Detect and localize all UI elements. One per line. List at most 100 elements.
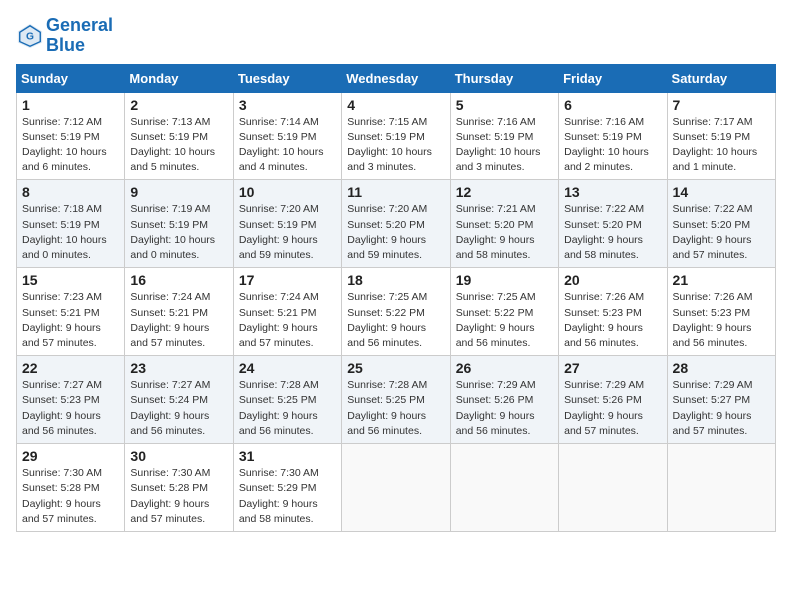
empty-cell bbox=[559, 444, 667, 532]
day-number: 1 bbox=[22, 97, 119, 113]
day-number: 4 bbox=[347, 97, 444, 113]
day-number: 22 bbox=[22, 360, 119, 376]
day-number: 8 bbox=[22, 184, 119, 200]
day-info: Sunrise: 7:30 AMSunset: 5:28 PMDaylight:… bbox=[22, 466, 119, 527]
day-number: 26 bbox=[456, 360, 553, 376]
weekday-header-sunday: Sunday bbox=[17, 64, 125, 92]
day-info: Sunrise: 7:19 AMSunset: 5:19 PMDaylight:… bbox=[130, 202, 227, 263]
day-number: 23 bbox=[130, 360, 227, 376]
logo: G General Blue bbox=[16, 16, 113, 56]
day-cell-18: 18 Sunrise: 7:25 AMSunset: 5:22 PMDaylig… bbox=[342, 268, 450, 356]
day-info: Sunrise: 7:28 AMSunset: 5:25 PMDaylight:… bbox=[239, 378, 336, 439]
day-number: 16 bbox=[130, 272, 227, 288]
day-number: 19 bbox=[456, 272, 553, 288]
day-number: 13 bbox=[564, 184, 661, 200]
day-cell-8: 8 Sunrise: 7:18 AMSunset: 5:19 PMDayligh… bbox=[17, 180, 125, 268]
day-cell-29: 29 Sunrise: 7:30 AMSunset: 5:28 PMDaylig… bbox=[17, 444, 125, 532]
weekday-header-tuesday: Tuesday bbox=[233, 64, 341, 92]
day-info: Sunrise: 7:23 AMSunset: 5:21 PMDaylight:… bbox=[22, 290, 119, 351]
day-cell-4: 4 Sunrise: 7:15 AMSunset: 5:19 PMDayligh… bbox=[342, 92, 450, 180]
day-info: Sunrise: 7:25 AMSunset: 5:22 PMDaylight:… bbox=[347, 290, 444, 351]
day-cell-13: 13 Sunrise: 7:22 AMSunset: 5:20 PMDaylig… bbox=[559, 180, 667, 268]
empty-cell bbox=[342, 444, 450, 532]
day-number: 21 bbox=[673, 272, 770, 288]
day-cell-23: 23 Sunrise: 7:27 AMSunset: 5:24 PMDaylig… bbox=[125, 356, 233, 444]
logo-text: General Blue bbox=[46, 16, 113, 56]
day-number: 11 bbox=[347, 184, 444, 200]
day-number: 18 bbox=[347, 272, 444, 288]
calendar-week-row: 29 Sunrise: 7:30 AMSunset: 5:28 PMDaylig… bbox=[17, 444, 776, 532]
day-number: 31 bbox=[239, 448, 336, 464]
day-cell-12: 12 Sunrise: 7:21 AMSunset: 5:20 PMDaylig… bbox=[450, 180, 558, 268]
day-cell-21: 21 Sunrise: 7:26 AMSunset: 5:23 PMDaylig… bbox=[667, 268, 775, 356]
calendar-week-row: 15 Sunrise: 7:23 AMSunset: 5:21 PMDaylig… bbox=[17, 268, 776, 356]
day-info: Sunrise: 7:29 AMSunset: 5:26 PMDaylight:… bbox=[564, 378, 661, 439]
day-info: Sunrise: 7:29 AMSunset: 5:27 PMDaylight:… bbox=[673, 378, 770, 439]
weekday-header-wednesday: Wednesday bbox=[342, 64, 450, 92]
day-info: Sunrise: 7:21 AMSunset: 5:20 PMDaylight:… bbox=[456, 202, 553, 263]
day-cell-31: 31 Sunrise: 7:30 AMSunset: 5:29 PMDaylig… bbox=[233, 444, 341, 532]
day-number: 27 bbox=[564, 360, 661, 376]
day-cell-10: 10 Sunrise: 7:20 AMSunset: 5:19 PMDaylig… bbox=[233, 180, 341, 268]
day-cell-19: 19 Sunrise: 7:25 AMSunset: 5:22 PMDaylig… bbox=[450, 268, 558, 356]
day-number: 14 bbox=[673, 184, 770, 200]
weekday-header-row: SundayMondayTuesdayWednesdayThursdayFrid… bbox=[17, 64, 776, 92]
day-number: 24 bbox=[239, 360, 336, 376]
day-info: Sunrise: 7:26 AMSunset: 5:23 PMDaylight:… bbox=[673, 290, 770, 351]
day-cell-17: 17 Sunrise: 7:24 AMSunset: 5:21 PMDaylig… bbox=[233, 268, 341, 356]
day-info: Sunrise: 7:30 AMSunset: 5:28 PMDaylight:… bbox=[130, 466, 227, 527]
weekday-header-saturday: Saturday bbox=[667, 64, 775, 92]
day-cell-25: 25 Sunrise: 7:28 AMSunset: 5:25 PMDaylig… bbox=[342, 356, 450, 444]
weekday-header-thursday: Thursday bbox=[450, 64, 558, 92]
calendar-week-row: 1 Sunrise: 7:12 AMSunset: 5:19 PMDayligh… bbox=[17, 92, 776, 180]
weekday-header-friday: Friday bbox=[559, 64, 667, 92]
day-cell-14: 14 Sunrise: 7:22 AMSunset: 5:20 PMDaylig… bbox=[667, 180, 775, 268]
logo-icon: G bbox=[16, 22, 44, 50]
day-info: Sunrise: 7:28 AMSunset: 5:25 PMDaylight:… bbox=[347, 378, 444, 439]
day-info: Sunrise: 7:27 AMSunset: 5:23 PMDaylight:… bbox=[22, 378, 119, 439]
day-cell-9: 9 Sunrise: 7:19 AMSunset: 5:19 PMDayligh… bbox=[125, 180, 233, 268]
day-info: Sunrise: 7:18 AMSunset: 5:19 PMDaylight:… bbox=[22, 202, 119, 263]
day-number: 20 bbox=[564, 272, 661, 288]
day-number: 2 bbox=[130, 97, 227, 113]
day-number: 9 bbox=[130, 184, 227, 200]
day-number: 12 bbox=[456, 184, 553, 200]
day-number: 28 bbox=[673, 360, 770, 376]
calendar-week-row: 22 Sunrise: 7:27 AMSunset: 5:23 PMDaylig… bbox=[17, 356, 776, 444]
weekday-header-monday: Monday bbox=[125, 64, 233, 92]
day-info: Sunrise: 7:24 AMSunset: 5:21 PMDaylight:… bbox=[239, 290, 336, 351]
day-cell-1: 1 Sunrise: 7:12 AMSunset: 5:19 PMDayligh… bbox=[17, 92, 125, 180]
day-cell-24: 24 Sunrise: 7:28 AMSunset: 5:25 PMDaylig… bbox=[233, 356, 341, 444]
day-cell-20: 20 Sunrise: 7:26 AMSunset: 5:23 PMDaylig… bbox=[559, 268, 667, 356]
day-cell-5: 5 Sunrise: 7:16 AMSunset: 5:19 PMDayligh… bbox=[450, 92, 558, 180]
day-number: 30 bbox=[130, 448, 227, 464]
day-cell-11: 11 Sunrise: 7:20 AMSunset: 5:20 PMDaylig… bbox=[342, 180, 450, 268]
day-info: Sunrise: 7:17 AMSunset: 5:19 PMDaylight:… bbox=[673, 115, 770, 176]
day-cell-28: 28 Sunrise: 7:29 AMSunset: 5:27 PMDaylig… bbox=[667, 356, 775, 444]
day-number: 5 bbox=[456, 97, 553, 113]
day-info: Sunrise: 7:20 AMSunset: 5:19 PMDaylight:… bbox=[239, 202, 336, 263]
svg-text:G: G bbox=[26, 32, 34, 43]
calendar-table: SundayMondayTuesdayWednesdayThursdayFrid… bbox=[16, 64, 776, 532]
day-info: Sunrise: 7:27 AMSunset: 5:24 PMDaylight:… bbox=[130, 378, 227, 439]
day-info: Sunrise: 7:14 AMSunset: 5:19 PMDaylight:… bbox=[239, 115, 336, 176]
day-number: 25 bbox=[347, 360, 444, 376]
day-cell-3: 3 Sunrise: 7:14 AMSunset: 5:19 PMDayligh… bbox=[233, 92, 341, 180]
day-cell-15: 15 Sunrise: 7:23 AMSunset: 5:21 PMDaylig… bbox=[17, 268, 125, 356]
day-info: Sunrise: 7:22 AMSunset: 5:20 PMDaylight:… bbox=[673, 202, 770, 263]
day-cell-26: 26 Sunrise: 7:29 AMSunset: 5:26 PMDaylig… bbox=[450, 356, 558, 444]
day-number: 29 bbox=[22, 448, 119, 464]
day-cell-7: 7 Sunrise: 7:17 AMSunset: 5:19 PMDayligh… bbox=[667, 92, 775, 180]
day-cell-6: 6 Sunrise: 7:16 AMSunset: 5:19 PMDayligh… bbox=[559, 92, 667, 180]
day-cell-2: 2 Sunrise: 7:13 AMSunset: 5:19 PMDayligh… bbox=[125, 92, 233, 180]
day-info: Sunrise: 7:15 AMSunset: 5:19 PMDaylight:… bbox=[347, 115, 444, 176]
day-cell-16: 16 Sunrise: 7:24 AMSunset: 5:21 PMDaylig… bbox=[125, 268, 233, 356]
day-cell-30: 30 Sunrise: 7:30 AMSunset: 5:28 PMDaylig… bbox=[125, 444, 233, 532]
day-info: Sunrise: 7:30 AMSunset: 5:29 PMDaylight:… bbox=[239, 466, 336, 527]
calendar-week-row: 8 Sunrise: 7:18 AMSunset: 5:19 PMDayligh… bbox=[17, 180, 776, 268]
day-info: Sunrise: 7:12 AMSunset: 5:19 PMDaylight:… bbox=[22, 115, 119, 176]
day-number: 7 bbox=[673, 97, 770, 113]
day-number: 15 bbox=[22, 272, 119, 288]
day-info: Sunrise: 7:20 AMSunset: 5:20 PMDaylight:… bbox=[347, 202, 444, 263]
day-info: Sunrise: 7:26 AMSunset: 5:23 PMDaylight:… bbox=[564, 290, 661, 351]
